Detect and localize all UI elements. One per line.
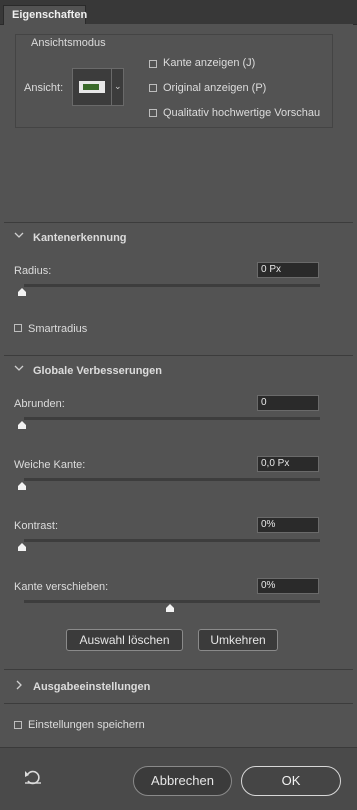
high-quality-preview-checkbox[interactable] xyxy=(149,109,157,117)
view-dropdown-button[interactable]: ⌄ xyxy=(112,68,124,106)
contrast-slider[interactable] xyxy=(24,539,320,542)
high-quality-preview-label: Qualitativ hochwertige Vorschau xyxy=(163,107,321,119)
shift-edge-field[interactable]: 0% xyxy=(257,578,319,594)
shift-edge-slider[interactable] xyxy=(24,600,320,603)
tab-properties-label: Eigenschaften xyxy=(12,9,88,21)
chevron-down-icon: ⌄ xyxy=(114,81,122,91)
smooth-field[interactable]: 0 xyxy=(257,395,319,411)
view-label: Ansicht: xyxy=(24,82,64,94)
smart-radius-checkbox[interactable] xyxy=(14,324,22,332)
smart-radius-label: Smartradius xyxy=(28,323,88,335)
show-edge-label: Kante anzeigen (J) xyxy=(163,57,256,69)
panel-header: Eigenschaften xyxy=(0,0,357,25)
divider xyxy=(4,703,353,704)
smooth-label: Abrunden: xyxy=(14,398,65,410)
view-mode-title: Ansichtsmodus xyxy=(31,37,106,49)
radius-field[interactable]: 0 Px xyxy=(257,262,319,278)
feather-field[interactable]: 0,0 Px xyxy=(257,456,319,472)
global-refinements-title: Globale Verbesserungen xyxy=(33,365,162,377)
feather-label: Weiche Kante: xyxy=(14,459,86,471)
view-thumbnail[interactable] xyxy=(72,68,112,106)
show-edge-checkbox[interactable] xyxy=(149,60,157,68)
smooth-value: 0 xyxy=(261,397,267,408)
cancel-button[interactable]: Abbrechen xyxy=(133,766,232,796)
chevron-down-icon[interactable] xyxy=(14,231,24,242)
show-original-checkbox[interactable] xyxy=(149,84,157,92)
save-settings-checkbox[interactable] xyxy=(14,721,22,729)
divider xyxy=(4,669,353,670)
feather-value: 0,0 Px xyxy=(261,458,290,469)
ok-button[interactable]: OK xyxy=(241,766,341,796)
radius-value: 0 Px xyxy=(261,264,282,275)
edge-detection-title: Kantenerkennung xyxy=(33,232,127,244)
radius-slider[interactable] xyxy=(24,284,320,287)
divider xyxy=(4,222,353,223)
smooth-slider[interactable] xyxy=(24,417,320,420)
shift-edge-label: Kante verschieben: xyxy=(14,581,109,593)
chevron-down-icon[interactable] xyxy=(14,364,24,375)
contrast-field[interactable]: 0% xyxy=(257,517,319,533)
output-settings-title: Ausgabeeinstellungen xyxy=(33,681,151,693)
radius-label: Radius: xyxy=(14,265,52,277)
save-settings-label: Einstellungen speichern xyxy=(28,719,145,731)
chevron-right-icon[interactable] xyxy=(15,680,23,693)
shift-edge-value: 0% xyxy=(261,580,276,591)
show-original-label: Original anzeigen (P) xyxy=(163,82,267,94)
contrast-value: 0% xyxy=(261,519,276,530)
invert-button[interactable]: Umkehren xyxy=(198,629,278,651)
tab-properties[interactable]: Eigenschaften xyxy=(3,5,88,24)
reset-icon[interactable] xyxy=(24,769,42,785)
clear-selection-button[interactable]: Auswahl löschen xyxy=(66,629,183,651)
divider xyxy=(4,355,353,356)
feather-slider[interactable] xyxy=(24,478,320,481)
contrast-label: Kontrast: xyxy=(14,520,59,532)
